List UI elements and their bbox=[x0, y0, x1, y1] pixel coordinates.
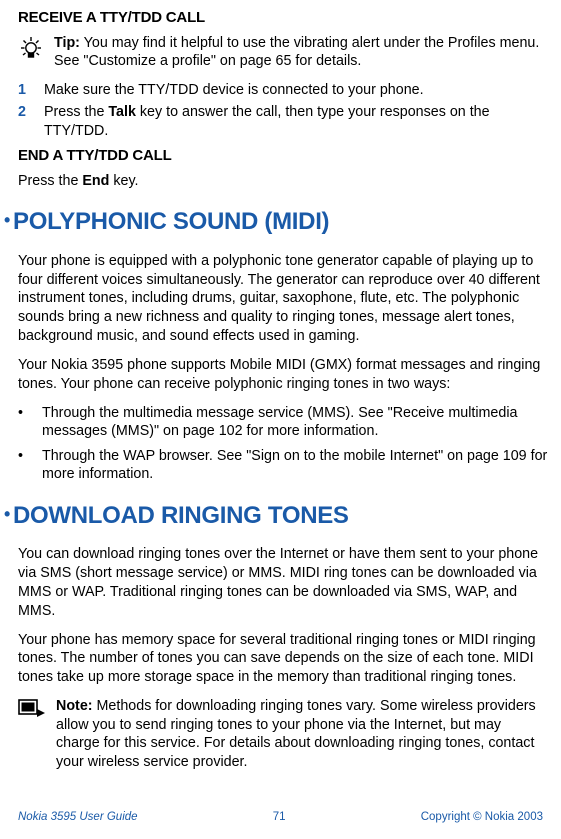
footer-right: Copyright © Nokia 2003 bbox=[421, 810, 543, 825]
note-block: Note: Methods for downloading ringing to… bbox=[18, 697, 561, 771]
note-text: Note: Methods for downloading ringing to… bbox=[56, 697, 547, 771]
bullet-dot-icon: • bbox=[18, 404, 28, 441]
tip-block: Tip: You may find it helpful to use the … bbox=[18, 34, 561, 71]
footer-left: Nokia 3595 User Guide bbox=[18, 810, 138, 825]
step-text: Make sure the TTY/TDD device is connecte… bbox=[44, 81, 424, 100]
download-para-2: Your phone has memory space for several … bbox=[18, 631, 561, 688]
step-text-bold: Talk bbox=[108, 104, 136, 120]
step-number: 2 bbox=[18, 103, 30, 140]
tip-text: Tip: You may find it helpful to use the … bbox=[54, 34, 545, 71]
polyphonic-bullet-2: • Through the WAP browser. See "Sign on … bbox=[18, 447, 561, 484]
end-paragraph: Press the End key. bbox=[18, 172, 561, 191]
step-number: 1 bbox=[18, 81, 30, 100]
note-body: Methods for downloading ringing tones va… bbox=[56, 698, 536, 770]
bullet-text: Through the WAP browser. See "Sign on to… bbox=[42, 447, 549, 484]
note-label: Note: bbox=[56, 698, 93, 714]
bullet-dot-icon: • bbox=[18, 447, 28, 484]
polyphonic-para-2: Your Nokia 3595 phone supports Mobile MI… bbox=[18, 356, 561, 394]
tip-body: You may find it helpful to use the vibra… bbox=[54, 35, 539, 70]
step-2: 2 Press the Talk key to answer the call,… bbox=[18, 103, 561, 140]
download-heading-text: DOWNLOAD RINGING TONES bbox=[13, 502, 349, 529]
download-heading: •DOWNLOAD RINGING TONES bbox=[18, 500, 561, 531]
heading-bullet-icon: • bbox=[4, 210, 10, 230]
heading-bullet-icon: • bbox=[4, 504, 10, 524]
end-after: key. bbox=[109, 173, 138, 189]
footer-page-number: 71 bbox=[273, 810, 286, 825]
download-para-1: You can download ringing tones over the … bbox=[18, 545, 561, 620]
polyphonic-para-1: Your phone is equipped with a polyphonic… bbox=[18, 252, 561, 346]
step-1: 1 Make sure the TTY/TDD device is connec… bbox=[18, 81, 561, 100]
end-heading: END A TTY/TDD CALL bbox=[18, 146, 561, 166]
step-text: Press the Talk key to answer the call, t… bbox=[44, 103, 557, 140]
polyphonic-heading-text: POLYPHONIC SOUND (MIDI) bbox=[13, 208, 329, 235]
lightbulb-icon bbox=[18, 36, 44, 64]
polyphonic-heading: •POLYPHONIC SOUND (MIDI) bbox=[18, 206, 561, 237]
page-footer: Nokia 3595 User Guide 71 Copyright © Nok… bbox=[0, 810, 561, 825]
end-bold: End bbox=[82, 173, 109, 189]
note-icon bbox=[18, 699, 46, 721]
end-before: Press the bbox=[18, 173, 82, 189]
polyphonic-bullet-1: • Through the multimedia message service… bbox=[18, 404, 561, 441]
tip-label: Tip: bbox=[54, 35, 80, 51]
receive-heading: RECEIVE A TTY/TDD CALL bbox=[18, 8, 561, 28]
bullet-text: Through the multimedia message service (… bbox=[42, 404, 549, 441]
step-text-before: Press the bbox=[44, 104, 108, 120]
